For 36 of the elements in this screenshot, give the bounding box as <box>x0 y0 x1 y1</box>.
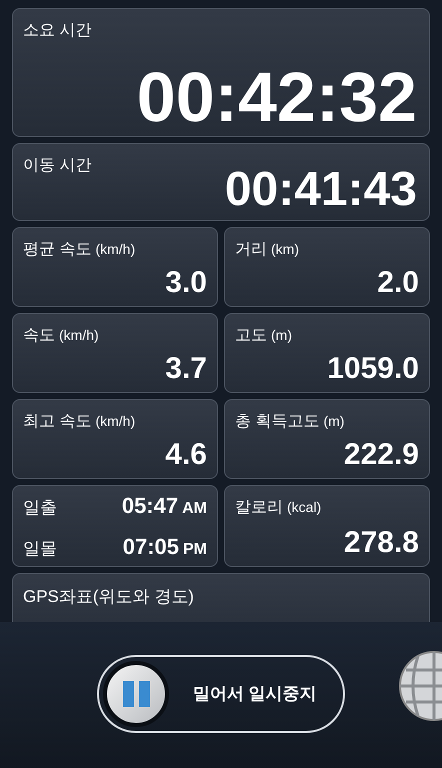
stat-label: 평균 속도 <box>23 240 92 260</box>
stat-label: 최고 속도 <box>23 412 92 432</box>
stat-label: 소요 시간 <box>23 21 92 41</box>
stat-unit: (m) <box>323 412 344 431</box>
slider-label: 밀어서 일시중지 <box>193 683 317 706</box>
pause-icon[interactable] <box>103 661 169 727</box>
stat-unit: (km/h) <box>59 326 99 345</box>
sun-time: 05:47 <box>122 492 178 520</box>
stat-label: 이동 시간 <box>23 156 92 176</box>
stat-unit: (km) <box>271 240 299 259</box>
stat-value: 2.0 <box>377 268 419 298</box>
stat-unit: (km/h) <box>95 412 136 431</box>
stat-value: 4.6 <box>165 440 207 470</box>
stat-label: 총 획득고도 <box>235 412 320 432</box>
stat-value: 3.7 <box>165 354 207 384</box>
stat-value: 00:42:32 <box>136 62 417 132</box>
globe-icon[interactable] <box>398 650 442 722</box>
stat-value: 00:41:43 <box>224 166 417 214</box>
stat-value: 222.9 <box>344 440 419 470</box>
sun-label: 일출 <box>23 497 57 519</box>
gps-label: GPS좌표(위도와 경도) <box>23 586 194 608</box>
stat-value: 3.0 <box>165 268 207 298</box>
stat-unit: (km/h) <box>95 240 136 259</box>
stat-label: 고도 <box>235 326 267 346</box>
stat-value: 278.8 <box>344 528 419 558</box>
stat-label: 칼로리 <box>235 498 283 518</box>
sun-label: 일몰 <box>23 538 57 560</box>
stat-unit: (m) <box>271 326 292 345</box>
am-pm: AM <box>182 499 207 519</box>
stat-label: 속도 <box>23 326 55 346</box>
stat-label: 거리 <box>235 240 267 260</box>
stat-unit: (kcal) <box>287 498 322 517</box>
stat-value: 1059.0 <box>327 354 419 384</box>
am-pm: PM <box>183 540 207 560</box>
pause-control[interactable]: 밀어서 일시중지 <box>97 655 345 733</box>
sun-time: 07:05 <box>122 533 179 561</box>
